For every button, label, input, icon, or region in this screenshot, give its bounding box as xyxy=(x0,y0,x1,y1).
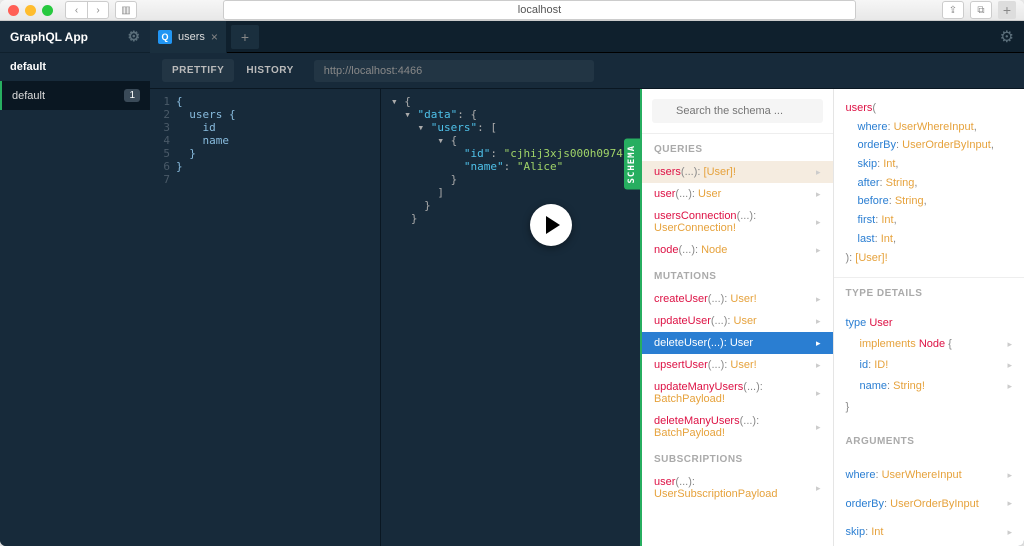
docs-column-left: QUERIES users(...): [User]!▸user(...): U… xyxy=(642,89,833,546)
project-item[interactable]: default xyxy=(0,53,150,81)
close-icon[interactable]: × xyxy=(211,30,218,44)
subscriptions-heading: SUBSCRIPTIONS xyxy=(642,444,833,471)
minimize-window-button[interactable] xyxy=(25,5,36,16)
new-tab-button[interactable]: + xyxy=(998,1,1016,19)
toolbar: PRETTIFY HISTORY http://localhost:4466 xyxy=(150,53,1024,89)
chevron-right-icon: ▸ xyxy=(1007,357,1012,374)
signature-block: users( where: UserWhereInput,orderBy: Us… xyxy=(834,89,1024,278)
chevron-right-icon: ▸ xyxy=(816,338,821,349)
close-window-button[interactable] xyxy=(8,5,19,16)
docs-column-right: users( where: UserWhereInput,orderBy: Us… xyxy=(833,89,1024,546)
endpoint-item[interactable]: default 1 xyxy=(0,81,150,110)
maximize-window-button[interactable] xyxy=(42,5,53,16)
chevron-right-icon: ▸ xyxy=(816,245,821,256)
chevron-right-icon: ▸ xyxy=(1007,467,1012,484)
address-bar[interactable]: localhost xyxy=(223,0,856,20)
doc-item[interactable]: usersConnection(...): UserConnection!▸ xyxy=(642,205,833,239)
app-window: ‹ › ▥ localhost ⇪ ⧉ + GraphQL App ⚙ defa… xyxy=(0,0,1024,546)
chevron-right-icon: ▸ xyxy=(1007,524,1012,541)
doc-item[interactable]: createUser(...): User!▸ xyxy=(642,288,833,310)
gear-icon[interactable]: ⚙ xyxy=(127,28,140,45)
query-tab-icon: Q xyxy=(158,30,172,44)
argument-row[interactable]: skip: Int▸ xyxy=(846,518,1013,546)
share-button[interactable]: ⇪ xyxy=(942,1,964,19)
traffic-lights xyxy=(8,5,53,16)
chevron-right-icon[interactable]: ▸ xyxy=(1007,336,1012,353)
editor-area: 1{ 2 users { 3 id 4 name 5 } 6} 7 ▾ { ▾ … xyxy=(150,89,1024,546)
app-body: GraphQL App ⚙ default default 1 Q users … xyxy=(0,21,1024,546)
doc-item[interactable]: deleteManyUsers(...): BatchPayload!▸ xyxy=(642,410,833,444)
doc-item[interactable]: node(...): Node▸ xyxy=(642,239,833,261)
doc-item[interactable]: upsertUser(...): User!▸ xyxy=(642,354,833,376)
chevron-right-icon: ▸ xyxy=(1007,378,1012,395)
doc-item[interactable]: updateManyUsers(...): BatchPayload!▸ xyxy=(642,376,833,410)
doc-item[interactable]: users(...): [User]!▸ xyxy=(642,161,833,183)
docs-pane: QUERIES users(...): [User]!▸user(...): U… xyxy=(640,89,1024,546)
browser-chrome: ‹ › ▥ localhost ⇪ ⧉ + xyxy=(0,0,1024,21)
forward-button[interactable]: › xyxy=(87,1,109,19)
back-button[interactable]: ‹ xyxy=(65,1,87,19)
doc-item[interactable]: user(...): User▸ xyxy=(642,183,833,205)
chevron-right-icon: ▸ xyxy=(1007,495,1012,512)
prettify-button[interactable]: PRETTIFY xyxy=(162,59,234,82)
arguments-heading: ARGUMENTS xyxy=(834,426,1024,453)
doc-item[interactable]: deleteUser(...): User▸ xyxy=(642,332,833,354)
settings-icon[interactable]: ⚙ xyxy=(1000,27,1014,47)
tabs-button[interactable]: ⧉ xyxy=(970,1,992,19)
chevron-right-icon: ▸ xyxy=(816,388,821,399)
doc-item[interactable]: user(...): UserSubscriptionPayload▸ xyxy=(642,471,833,505)
doc-item[interactable]: updateUser(...): User▸ xyxy=(642,310,833,332)
chevron-right-icon: ▸ xyxy=(816,217,821,228)
result-json: ▾ { ▾ "data": { ▾ "users": [ ▾ { "id": "… xyxy=(391,95,630,225)
endpoint-input[interactable]: http://localhost:4466 xyxy=(314,60,594,82)
query-tab[interactable]: Q users × xyxy=(150,21,227,53)
chevron-right-icon: ▸ xyxy=(816,294,821,305)
mutations-heading: MUTATIONS xyxy=(642,261,833,288)
main-area: Q users × + ⚙ PRETTIFY HISTORY http://lo… xyxy=(150,21,1024,546)
chevron-right-icon: ▸ xyxy=(816,167,821,178)
type-field[interactable]: name: String!▸ xyxy=(846,376,1013,397)
execute-button[interactable] xyxy=(530,204,572,246)
chevron-right-icon: ▸ xyxy=(816,316,821,327)
schema-tab[interactable]: SCHEMA xyxy=(624,139,640,190)
query-tab-label: users xyxy=(178,31,205,43)
type-detail: type User implements Node {▸ id: ID!▸nam… xyxy=(834,305,1024,425)
tabs-row: Q users × + ⚙ xyxy=(150,21,1024,53)
app-title: GraphQL App xyxy=(10,30,88,44)
sidebar-toggle-button[interactable]: ▥ xyxy=(115,1,137,19)
chevron-right-icon: ▸ xyxy=(816,189,821,200)
add-tab-button[interactable]: + xyxy=(231,25,259,49)
sidebar: GraphQL App ⚙ default default 1 xyxy=(0,21,150,546)
queries-heading: QUERIES xyxy=(642,134,833,161)
type-details-heading: TYPE DETAILS xyxy=(834,278,1024,305)
type-field[interactable]: id: ID!▸ xyxy=(846,355,1013,376)
endpoint-badge: 1 xyxy=(124,89,140,102)
sidebar-header: GraphQL App ⚙ xyxy=(0,21,150,53)
argument-row[interactable]: where: UserWhereInput▸ xyxy=(846,461,1013,490)
chevron-right-icon: ▸ xyxy=(816,360,821,371)
endpoint-label: default xyxy=(12,90,45,102)
result-pane: ▾ { ▾ "data": { ▾ "users": [ ▾ { "id": "… xyxy=(380,89,640,546)
query-editor[interactable]: 1{ 2 users { 3 id 4 name 5 } 6} 7 xyxy=(150,89,380,546)
search-input[interactable] xyxy=(652,99,823,123)
history-button[interactable]: HISTORY xyxy=(236,59,303,82)
chevron-right-icon: ▸ xyxy=(816,422,821,433)
chevron-right-icon: ▸ xyxy=(816,483,821,494)
argument-row[interactable]: orderBy: UserOrderByInput▸ xyxy=(846,490,1013,519)
